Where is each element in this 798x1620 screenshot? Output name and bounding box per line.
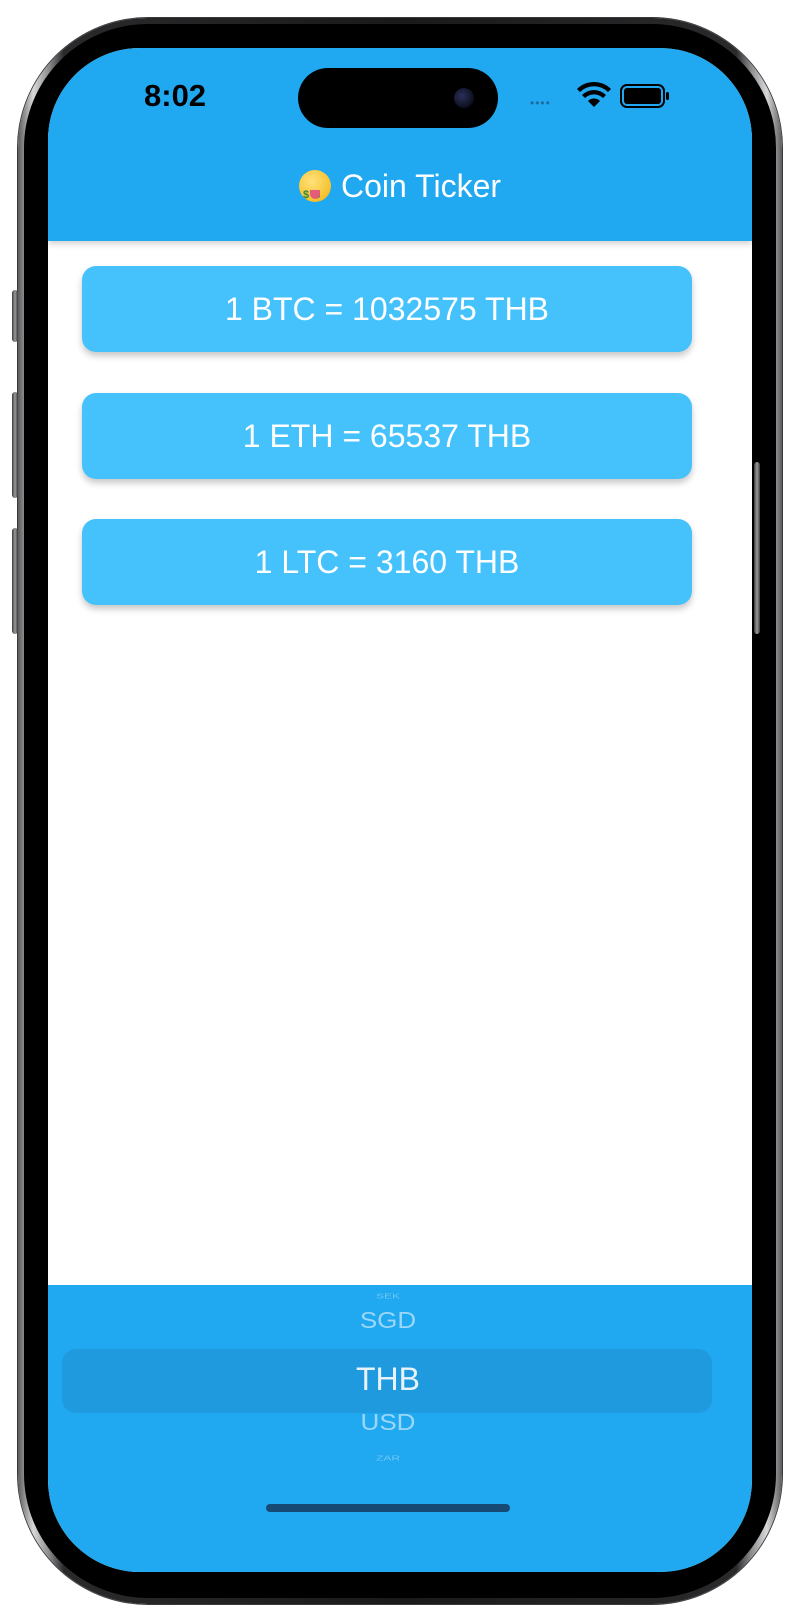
status-icons: •••• [530,78,676,114]
picker-option-selected[interactable]: THB [48,1351,728,1407]
rate-text: 1 LTC = 3160 THB [254,544,520,580]
money-mouth-face-icon [298,170,331,215]
currency-picker[interactable]: SEK SGD THB USD ZAR [48,1285,752,1572]
battery-icon [620,84,669,108]
rate-card-btc: 1 BTC = 1032575 THB [82,266,692,352]
picker-option[interactable]: ZAR [48,1454,728,1462]
wifi-icon [577,81,611,107]
app-title-text: Coin Ticker [340,168,502,204]
app-title: Coin Ticker [48,166,752,215]
status-time: 8:02 [144,78,207,113]
picker-option[interactable]: USD [48,1409,728,1437]
volume-up-button [12,392,18,498]
cellular-signal-icon: •••• [530,96,551,110]
dynamic-island [298,68,498,128]
picker-option[interactable]: SGD [48,1307,728,1335]
rate-card-ltc: 1 LTC = 3160 THB [82,519,692,605]
device-stage: 8:02 •••• Coin Ticker [0,0,798,1620]
rate-text: 1 ETH = 65537 THB [242,418,532,454]
silent-switch [12,290,18,342]
rate-text: 1 BTC = 1032575 THB [224,291,550,327]
camera-icon [454,88,474,108]
power-button [754,462,760,634]
volume-down-button [12,528,18,634]
picker-option[interactable]: SEK [48,1292,728,1300]
rate-card-eth: 1 ETH = 65537 THB [82,393,692,479]
screen: 8:02 •••• Coin Ticker [48,48,752,1572]
app-bar: 8:02 •••• Coin Ticker [48,48,752,241]
home-indicator[interactable] [266,1504,510,1512]
